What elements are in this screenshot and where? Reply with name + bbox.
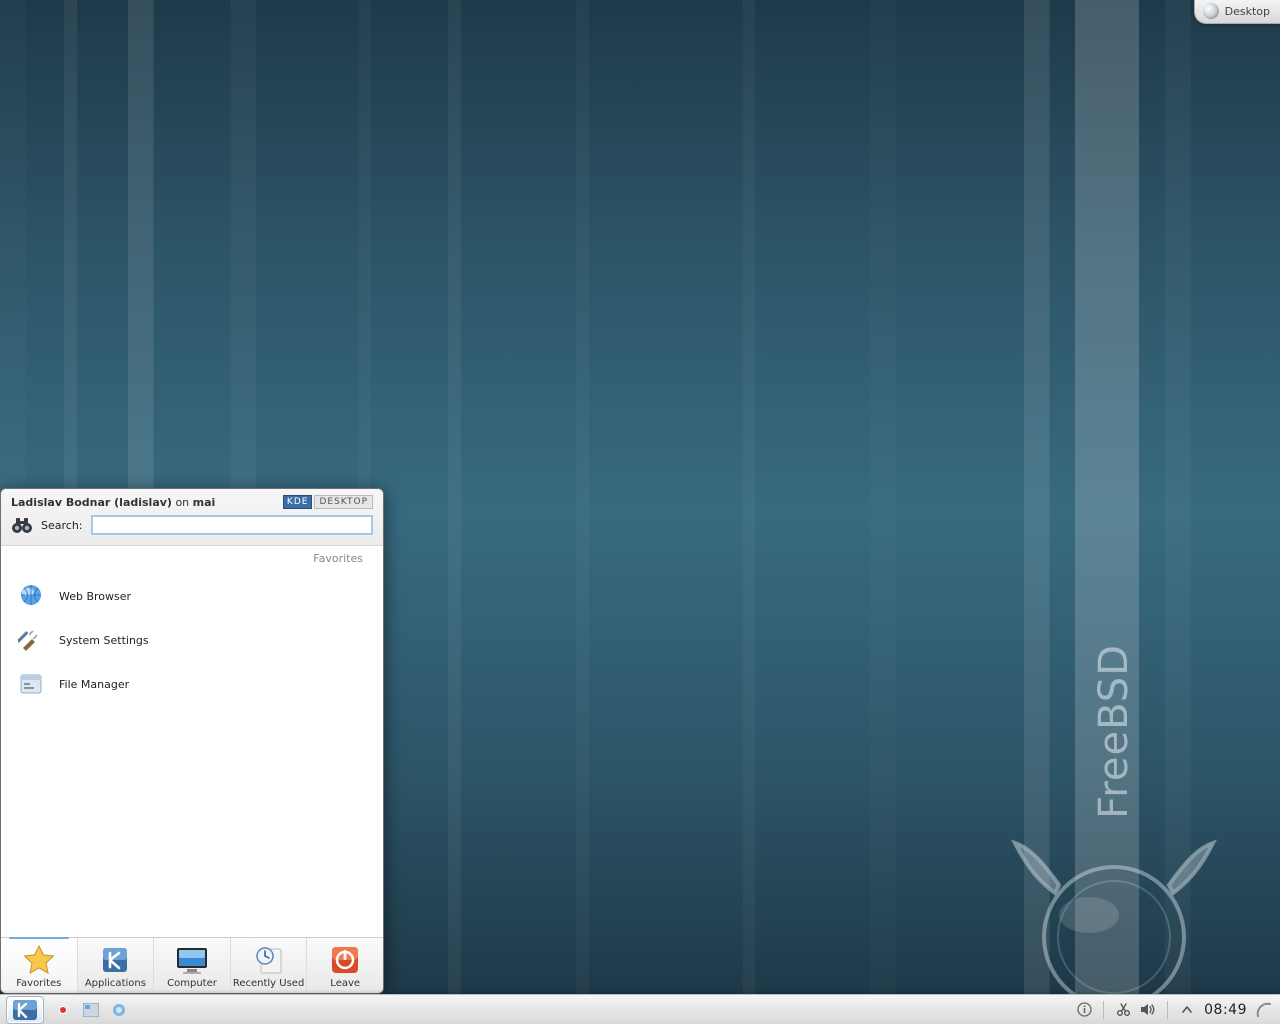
cashew-icon	[1203, 3, 1219, 19]
kde-desktop-badge: KDEDESKTOP	[283, 495, 373, 509]
kmenu-button[interactable]	[6, 996, 44, 1024]
kickoff-search-row: Search:	[11, 515, 373, 535]
favorite-item-label: System Settings	[59, 634, 149, 647]
os-name: FreeBSD	[1091, 644, 1137, 819]
kickoff-menu: Ladislav Bodnar (ladislav) on mai KDEDES…	[0, 488, 384, 994]
taskbar-panel: 08:49	[0, 994, 1280, 1024]
kickoff-tab-label: Computer	[167, 978, 217, 989]
system-tray: 08:49	[1076, 1001, 1280, 1019]
kickoff-body: Favorites Web Browser System Settings Fi…	[1, 546, 383, 937]
info-icon[interactable]	[1076, 1002, 1092, 1018]
search-label: Search:	[41, 519, 83, 532]
favorite-item[interactable]: Web Browser	[13, 574, 371, 618]
kickoff-tab-leave[interactable]: Leave	[307, 938, 383, 993]
show-desktop-icon[interactable]	[110, 1001, 128, 1019]
desktop-toolbox[interactable]: Desktop	[1194, 0, 1280, 24]
apps-icon	[95, 944, 135, 976]
kickoff-tab-label: Favorites	[16, 978, 61, 989]
favorite-item[interactable]: System Settings	[13, 618, 371, 662]
kickoff-tab-favorites[interactable]: Favorites	[1, 938, 78, 993]
klipper-icon[interactable]	[1115, 1002, 1131, 1018]
kickoff-user-row: Ladislav Bodnar (ladislav) on mai KDEDES…	[11, 495, 373, 509]
tray-separator	[1103, 1001, 1104, 1019]
kickoff-header: Ladislav Bodnar (ladislav) on mai KDEDES…	[1, 489, 383, 546]
kickoff-tabs: Favorites Applications Computer Recently…	[1, 937, 383, 993]
panel-cashew-icon[interactable]	[1256, 1002, 1272, 1018]
kickoff-tab-label: Applications	[85, 978, 146, 989]
kickoff-section-label: Favorites	[313, 552, 363, 565]
globe-icon	[17, 582, 45, 610]
tools-icon	[17, 626, 45, 654]
pager-icon[interactable]	[82, 1001, 100, 1019]
favorite-item-label: File Manager	[59, 678, 129, 691]
folder-manager-icon	[17, 670, 45, 698]
kickoff-tab-applications[interactable]: Applications	[78, 938, 155, 993]
panel-clock[interactable]: 08:49	[1204, 1002, 1247, 1018]
clock-doc-icon	[249, 944, 289, 976]
favorite-item-label: Web Browser	[59, 590, 131, 603]
kickoff-tab-label: Leave	[330, 978, 360, 989]
favorite-item[interactable]: File Manager	[13, 662, 371, 706]
kickoff-user-text: Ladislav Bodnar (ladislav) on mai	[11, 496, 215, 509]
kickoff-tab-computer[interactable]: Computer	[154, 938, 231, 993]
power-icon	[325, 944, 365, 976]
activity-indicator-icon[interactable]	[54, 1001, 72, 1019]
monitor-icon	[172, 944, 212, 976]
beastie-icon	[1009, 837, 1219, 1017]
star-icon	[19, 944, 59, 976]
volume-icon[interactable]	[1140, 1002, 1156, 1018]
desktop-toolbox-label: Desktop	[1225, 5, 1270, 18]
kickoff-tab-label: Recently Used	[233, 978, 304, 989]
tray-expand-icon[interactable]	[1179, 1002, 1195, 1018]
binoculars-icon	[11, 515, 33, 535]
tray-separator	[1167, 1001, 1168, 1019]
search-input[interactable]	[91, 515, 374, 535]
os-branding: FreeBSD	[1004, 644, 1224, 964]
kickoff-favorites-list: Web Browser System Settings File Manager	[13, 574, 371, 706]
kickoff-tab-recently-used[interactable]: Recently Used	[231, 938, 308, 993]
